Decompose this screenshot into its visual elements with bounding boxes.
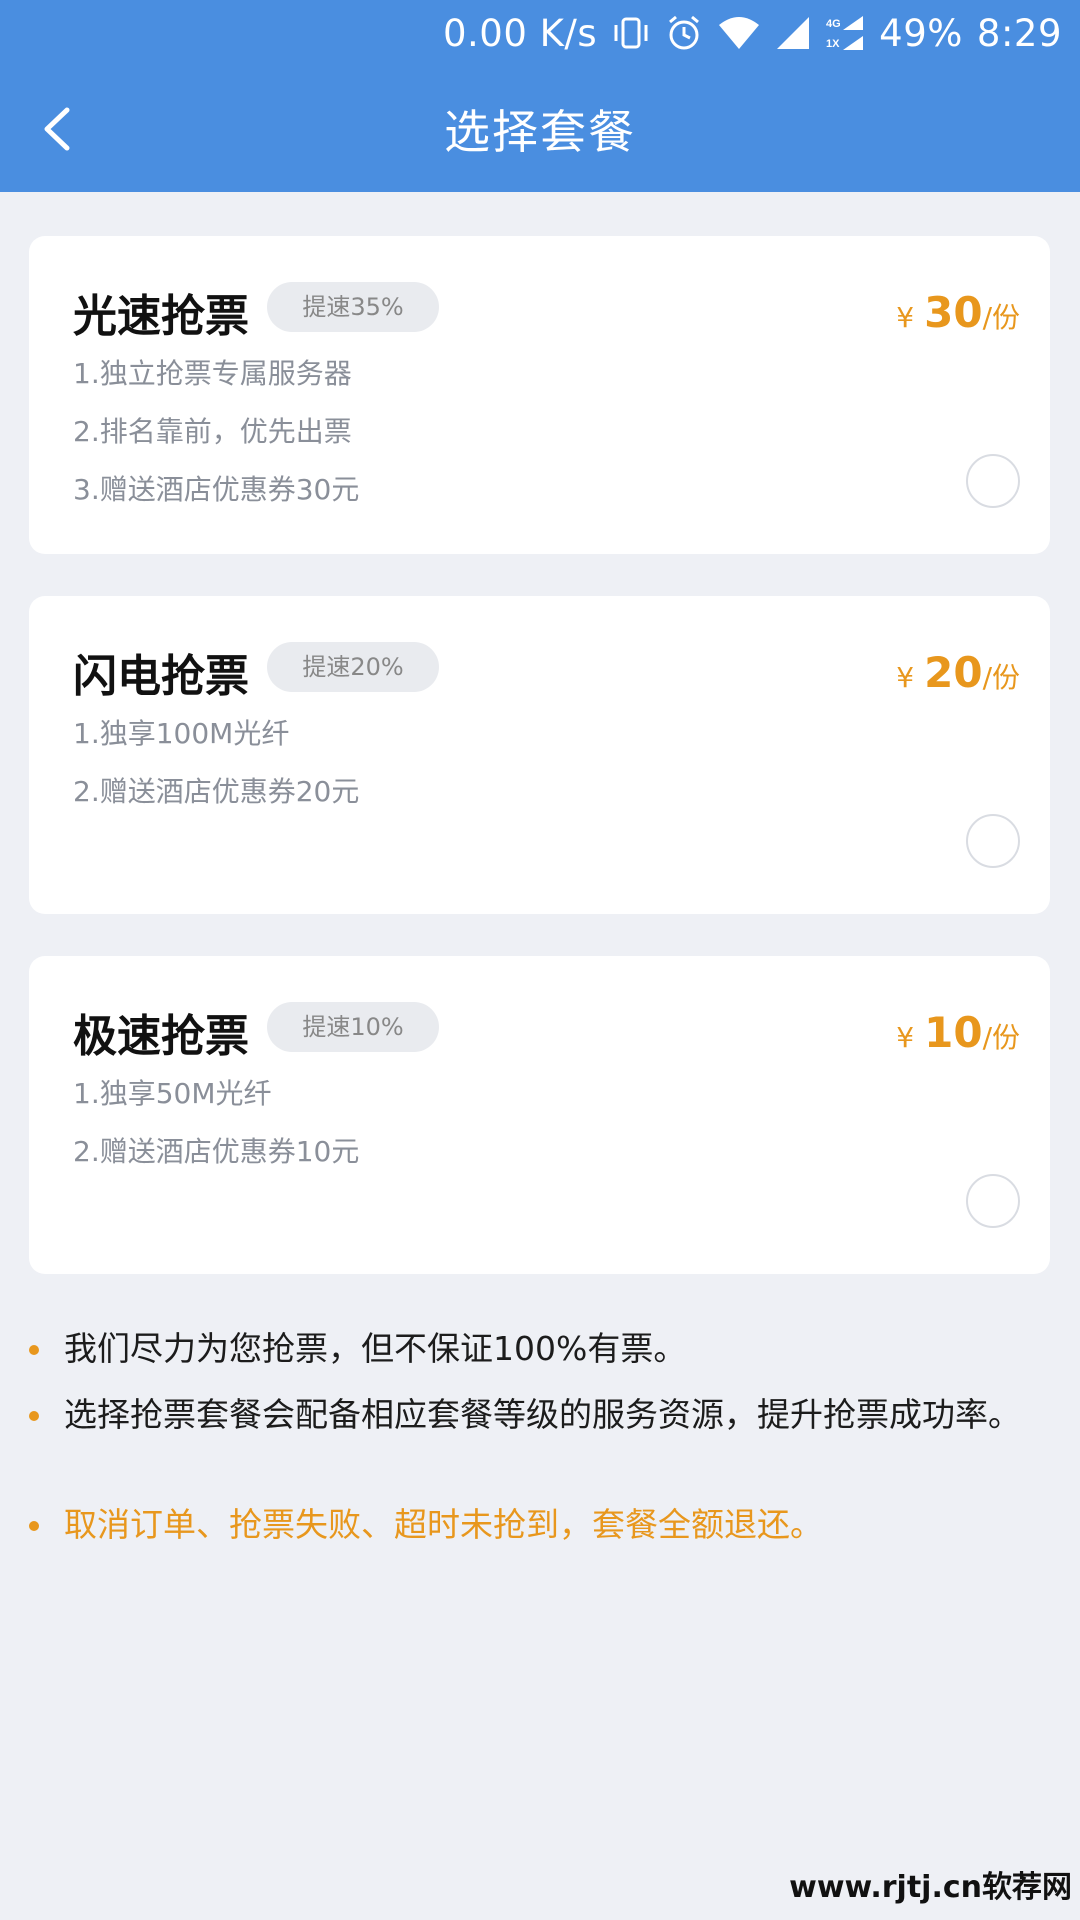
speed-badge: 提速20% <box>267 642 439 692</box>
speed-badge: 提速35% <box>267 282 439 332</box>
feature-item: 3.赠送酒店优惠券30元 <box>73 473 360 506</box>
battery-level: 49% <box>879 11 963 55</box>
feature-item: 2.赠送酒店优惠券20元 <box>73 775 360 808</box>
currency-symbol: ¥ <box>896 661 915 694</box>
feature-item: 1.独享50M光纤 <box>73 1077 272 1110</box>
speed-badge: 提速10% <box>267 1002 439 1052</box>
svg-text:4G: 4G <box>826 18 841 30</box>
price-unit: /份 <box>982 661 1020 694</box>
header: 0.00 K/s 4G 1X 49% 8:29 选择套餐 <box>0 0 1080 192</box>
note-item: 我们尽力为您抢票，但不保证100%有票。 <box>64 1329 687 1368</box>
vibrate-icon <box>611 14 651 52</box>
currency-symbol: ¥ <box>896 1021 915 1054</box>
select-radio[interactable] <box>966 814 1020 868</box>
clock: 8:29 <box>976 11 1062 55</box>
package-title: 极速抢票 <box>73 1011 249 1062</box>
feature-item: 1.独享100M光纤 <box>73 717 290 750</box>
navigation-bar: 选择套餐 <box>0 66 1080 192</box>
status-icons: 0.00 K/s 4G 1X 49% 8:29 <box>443 8 1062 58</box>
package-title: 闪电抢票 <box>73 651 249 702</box>
page-title: 选择套餐 <box>444 105 636 159</box>
feature-item: 2.赠送酒店优惠券10元 <box>73 1135 360 1168</box>
alarm-icon <box>665 14 703 52</box>
feature-item: 1.独立抢票专属服务器 <box>73 357 352 390</box>
package-price: ¥ 30 /份 <box>896 288 1020 337</box>
package-title: 光速抢票 <box>73 291 249 342</box>
price-value: 20 <box>924 648 983 697</box>
status-bar: 0.00 K/s 4G 1X 49% 8:29 <box>0 0 1080 66</box>
package-card-guangsu[interactable]: 光速抢票 提速35% ¥ 30 /份 1.独立抢票专属服务器 2.排名靠前，优先… <box>29 236 1050 554</box>
watermark: www.rjtj.cn软荐网 <box>789 1870 1072 1905</box>
bullet-dot <box>29 1411 39 1421</box>
select-radio[interactable] <box>966 1174 1020 1228</box>
net-speed: 0.00 K/s <box>443 11 598 55</box>
price-unit: /份 <box>982 1021 1020 1054</box>
package-price: ¥ 20 /份 <box>896 648 1020 697</box>
bullet-dot <box>29 1345 39 1355</box>
select-radio[interactable] <box>966 454 1020 508</box>
currency-symbol: ¥ <box>896 301 915 334</box>
price-unit: /份 <box>982 301 1020 334</box>
note-item: 选择抢票套餐会配备相应套餐等级的服务资源，提升抢票成功率。 <box>64 1395 1021 1434</box>
4g-1x-signal-icon: 4G 1X <box>825 14 865 52</box>
signal-icon <box>775 15 811 51</box>
bullet-dot <box>29 1521 39 1531</box>
refund-note: 取消订单、抢票失败、超时未抢到，套餐全额退还。 <box>64 1505 823 1544</box>
package-card-jisu[interactable]: 极速抢票 提速10% ¥ 10 /份 1.独享50M光纤 2.赠送酒店优惠券10… <box>29 956 1050 1274</box>
svg-text:1X: 1X <box>826 38 840 50</box>
price-value: 10 <box>924 1008 983 1057</box>
feature-item: 2.排名靠前，优先出票 <box>73 415 352 448</box>
wifi-icon <box>717 15 761 51</box>
price-value: 30 <box>924 288 983 337</box>
package-card-shandian[interactable]: 闪电抢票 提速20% ¥ 20 /份 1.独享100M光纤 2.赠送酒店优惠券2… <box>29 596 1050 914</box>
package-price: ¥ 10 /份 <box>896 1008 1020 1057</box>
